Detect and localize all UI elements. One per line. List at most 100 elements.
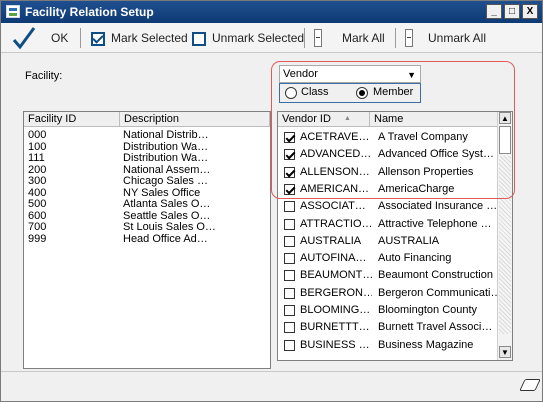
vendor-row[interactable]: ACETRAVE… A Travel Company [278, 129, 498, 145]
toolbar: OK Mark Selected Unmark Selected Mark Al… [1, 23, 542, 53]
mark-selected-icon[interactable] [91, 32, 105, 46]
vendor-name-cell: Business Magazine [378, 338, 474, 351]
facility-id-cell: 500 [28, 199, 47, 210]
member-radio[interactable] [356, 87, 368, 99]
vendor-row[interactable]: BERGERON… Bergeron Communicati… [278, 285, 502, 301]
vendor-row[interactable]: ADVANCED… Advanced Office Syst… [278, 146, 498, 162]
mark-selected-button[interactable]: Mark Selected [111, 30, 188, 46]
vendor-row[interactable]: ALLENSON… Allenson Properties [278, 164, 498, 180]
window-title: Facility Relation Setup [25, 5, 154, 19]
vendor-scrollbar[interactable]: ▲ ▼ [497, 112, 512, 360]
facility-id-cell: 000 [28, 130, 47, 141]
facility-grid[interactable]: Facility ID Description 000 National Dist… [23, 111, 271, 369]
vendor-row[interactable]: BEAUMONT… Beaumont Construction [278, 267, 498, 283]
mark-all-button[interactable]: Mark All [342, 30, 385, 46]
scroll-up-icon[interactable]: ▲ [499, 112, 511, 124]
vendor-id-cell: AMERICAN… [300, 182, 370, 195]
sort-ascending-icon: ▲ [344, 115, 351, 122]
name-header[interactable]: Name [370, 112, 498, 127]
description-header[interactable]: Description [120, 112, 270, 127]
scroll-thumb[interactable] [499, 126, 511, 154]
vendor-checkbox[interactable] [284, 305, 295, 316]
unmark-all-icon[interactable] [405, 29, 413, 47]
facility-id-header[interactable]: Facility ID [24, 112, 120, 127]
vendor-name-cell: Associated Insurance … [378, 200, 498, 213]
class-member-radio-group: Class Member [279, 83, 421, 103]
member-radio-label[interactable]: Member [373, 86, 413, 98]
toolbar-divider [304, 28, 305, 48]
facility-description-cell: St Louis Sales O… [123, 222, 216, 233]
vendor-id-cell: ACETRAVE… [300, 131, 370, 143]
vendor-checkbox[interactable] [284, 270, 295, 282]
vendor-name-cell: Auto Financing [378, 252, 452, 265]
facility-description-cell: Atlanta Sales O… [123, 199, 211, 210]
vendor-id-cell: ATTRACTIO… [300, 217, 372, 230]
facility-description-cell: Distribution Wa… [123, 141, 209, 153]
vendor-id-cell: ALLENSON… [300, 165, 370, 178]
checkmark-icon[interactable] [11, 25, 37, 51]
vendor-row[interactable]: BUSINESS … Business Magazine [278, 337, 498, 353]
ok-button[interactable]: OK [51, 30, 68, 46]
vendor-id-cell: AUSTRALIA [300, 234, 362, 247]
class-radio[interactable] [285, 87, 297, 99]
vendor-id-header-label: Vendor ID [282, 113, 331, 125]
vendor-row[interactable]: ATTRACTIO… Attractive Telephone … [278, 216, 498, 232]
vendor-checkbox[interactable] [284, 287, 295, 299]
facility-label: Facility: [25, 70, 63, 82]
toolbar-divider [395, 28, 396, 48]
vendor-grid[interactable]: Vendor ID ▲ Name ACETRAVE… A Travel Compa… [277, 111, 513, 361]
unmark-all-button[interactable]: Unmark All [428, 30, 486, 46]
facility-description-cell: Seattle Sales O… [123, 210, 211, 222]
vendor-id-cell: BURNETTT… [300, 321, 370, 334]
scroll-track[interactable] [499, 156, 511, 334]
vendor-checkbox[interactable] [284, 339, 295, 351]
vendor-checkbox[interactable] [284, 253, 295, 265]
facility-id-cell: 400 [28, 187, 47, 199]
close-button[interactable]: X [522, 4, 538, 19]
vendor-row[interactable]: BLOOMING… Bloomington County [278, 302, 498, 318]
vendor-id-header[interactable]: Vendor ID ▲ [278, 112, 370, 127]
vendor-row[interactable]: AUTOFINA… Auto Financing [278, 250, 498, 266]
facility-id-cell: 999 [28, 233, 47, 245]
vendor-name-cell: A Travel Company [378, 131, 468, 143]
minimize-button[interactable]: _ [486, 4, 502, 19]
maximize-button[interactable]: □ [504, 4, 520, 19]
vendor-name-cell: Advanced Office Syst… [378, 148, 494, 161]
vendor-checkbox[interactable] [284, 183, 295, 195]
vendor-checkbox[interactable] [284, 132, 295, 143]
vendor-row[interactable]: AMERICAN… AmericaCharge [278, 181, 498, 197]
facility-description-cell: Distribution Wa… [123, 153, 209, 164]
mark-all-icon[interactable] [314, 29, 322, 47]
vendor-row[interactable]: ASSOCIAT… Associated Insurance … [278, 198, 498, 214]
facility-description-cell: National Assem… [123, 164, 211, 176]
vendor-name-cell: Attractive Telephone … [378, 217, 492, 230]
unmark-selected-button[interactable]: Unmark Selected [212, 30, 304, 46]
vendor-checkbox[interactable] [284, 322, 295, 334]
vendor-name-cell: Bergeron Communicati… [378, 286, 502, 299]
unmark-selected-icon[interactable] [192, 32, 206, 46]
vendor-checkbox[interactable] [284, 235, 295, 247]
vendor-checkbox[interactable] [284, 218, 295, 230]
facility-id-cell: 111 [28, 153, 45, 164]
vendor-row[interactable]: AUSTRALIA AUSTRALIA [278, 233, 498, 249]
facility-id-cell: 700 [28, 222, 47, 233]
facility-relation-window: Facility Relation Setup _ □ X OK Mark Se… [0, 0, 543, 402]
facility-id-cell: 300 [28, 176, 47, 187]
scroll-down-icon[interactable]: ▼ [499, 346, 511, 358]
vendor-id-cell: ADVANCED… [300, 148, 372, 161]
title-bar: Facility Relation Setup _ □ X [1, 1, 542, 23]
dropdown-arrow-icon[interactable]: ▼ [407, 67, 416, 83]
vendor-id-cell: BLOOMING… [300, 304, 371, 316]
vendor-row[interactable]: BURNETTT… Burnett Travel Associ… [278, 319, 498, 335]
vendor-name-cell: AUSTRALIA [378, 234, 440, 247]
facility-id-cell: 200 [28, 164, 47, 176]
class-radio-label[interactable]: Class [301, 86, 329, 98]
type-select[interactable]: Vendor ▼ [279, 65, 421, 83]
vendor-name-cell: Burnett Travel Associ… [378, 321, 493, 334]
vendor-checkbox[interactable] [284, 166, 295, 178]
toolbar-divider [80, 28, 81, 48]
vendor-checkbox[interactable] [284, 149, 295, 161]
vendor-checkbox[interactable] [284, 201, 295, 213]
facility-id-cell: 100 [28, 141, 47, 153]
vendor-id-cell: AUTOFINA… [300, 252, 367, 265]
